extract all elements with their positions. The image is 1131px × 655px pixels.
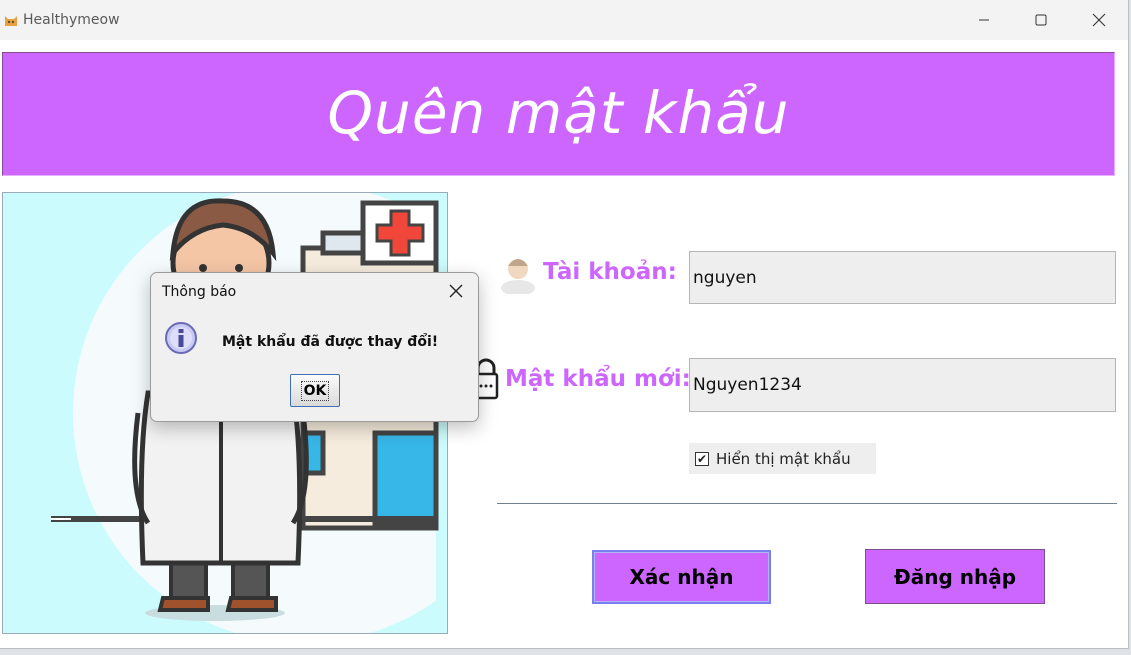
dialog-ok-button[interactable]: OK	[290, 374, 340, 407]
maximize-icon	[1035, 14, 1047, 26]
login-button[interactable]: Đăng nhập	[865, 549, 1045, 604]
info-icon	[165, 322, 197, 354]
main-window: Healthymeow Quên mật khẩu Tài khoản: ngu…	[0, 0, 1129, 649]
show-password-label: Hiển thị mật khẩu	[716, 449, 851, 468]
checkmark-icon[interactable]: ✔	[695, 451, 709, 466]
page-title: Quên mật khẩu	[327, 79, 790, 147]
page-header: Quên mật khẩu	[2, 52, 1115, 176]
close-button[interactable]	[1070, 0, 1128, 40]
user-icon	[501, 259, 535, 294]
new-password-field[interactable]: Nguyen1234	[689, 358, 1116, 412]
dialog-ok-label: OK	[300, 380, 330, 401]
password-label: Mật khẩu mới:	[505, 366, 691, 392]
title-bar: Healthymeow	[0, 0, 1128, 40]
minimize-icon	[979, 19, 989, 21]
show-password-checkbox[interactable]: ✔ Hiển thị mật khẩu	[689, 443, 876, 474]
dialog-title: Thông báo	[162, 284, 237, 300]
close-icon	[1092, 13, 1106, 27]
cat-app-icon	[5, 16, 17, 26]
divider	[497, 503, 1117, 504]
dialog-message: Mật khẩu đã được thay đổi!	[222, 334, 439, 350]
username-label: Tài khoản:	[543, 259, 677, 285]
username-field[interactable]: nguyen	[689, 251, 1116, 304]
dialog-close-icon[interactable]	[448, 283, 464, 299]
minimize-button[interactable]	[955, 0, 1013, 40]
maximize-button[interactable]	[1012, 0, 1070, 40]
confirm-button[interactable]: Xác nhận	[592, 550, 771, 604]
notification-dialog: Thông báo Mật khẩu đã được thay đổi! OK	[150, 272, 479, 422]
window-title: Healthymeow	[23, 12, 120, 28]
